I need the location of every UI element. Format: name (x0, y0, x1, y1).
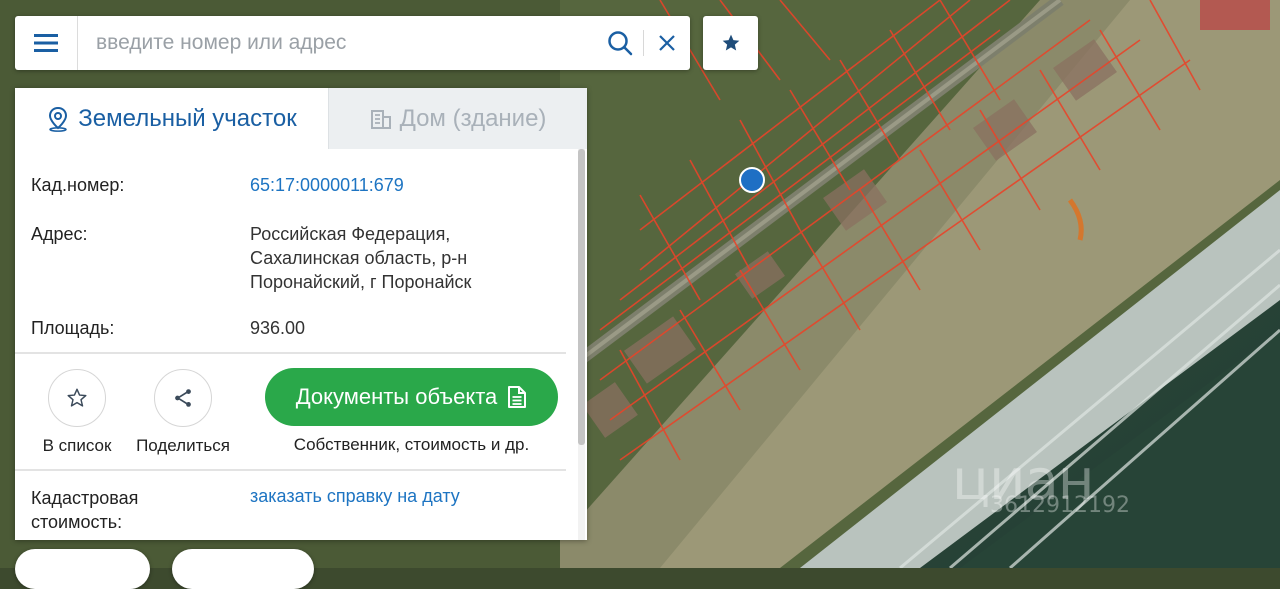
cadastral-cost-label-line: стоимость: (31, 512, 123, 532)
panel-scrollbar[interactable] (578, 149, 585, 540)
clear-button[interactable] (644, 16, 690, 70)
panel-tabs: Земельный участок Дом (здание) (15, 88, 587, 149)
share-button[interactable] (154, 369, 212, 427)
share-icon (175, 389, 191, 407)
add-to-list-label: В список (42, 436, 112, 455)
divider (15, 352, 566, 354)
tab-land-plot-label: Земельный участок (78, 104, 297, 132)
address-line: Сахалинская область, р-н (250, 248, 468, 268)
document-icon (508, 386, 527, 408)
order-certificate-link[interactable]: заказать справку на дату (250, 484, 550, 508)
object-info-panel: Земельный участок Дом (здание) Кад.номер… (15, 88, 587, 540)
tab-building[interactable]: Дом (здание) (328, 88, 587, 149)
cadastral-cost-label-line: Кадастровая (31, 488, 139, 508)
scrollbar-thumb[interactable] (578, 149, 585, 445)
add-to-list-button[interactable] (48, 369, 106, 427)
object-documents-label: Документы объекта (295, 384, 498, 409)
cadastral-cost-label: Кадастровая стоимость: (31, 486, 138, 534)
address-line: Российская Федерация, (250, 224, 451, 244)
address-value: Российская Федерация, Сахалинская област… (250, 222, 550, 294)
menu-button[interactable] (15, 16, 78, 70)
search-button[interactable] (597, 16, 643, 70)
object-documents-subtitle: Собственник, стоимость и др. (293, 435, 530, 454)
area-label: Площадь: (31, 318, 115, 338)
divider (15, 469, 566, 471)
tab-land-plot[interactable]: Земельный участок (15, 88, 328, 149)
address-line: Поронайский, г Поронайск (250, 272, 472, 292)
star-outline-icon (67, 388, 87, 407)
map-pin-icon (49, 106, 68, 132)
area-value: 936.00 (250, 318, 306, 338)
bottom-action-pill[interactable] (172, 549, 314, 589)
bottom-action-pill[interactable] (15, 549, 150, 589)
close-icon (659, 35, 675, 51)
share-label: Поделиться (136, 436, 230, 455)
location-marker-icon[interactable] (739, 167, 765, 193)
building-icon (370, 109, 391, 129)
object-documents-button[interactable]: Документы объекта (265, 368, 558, 426)
tab-building-label: Дом (здание) (399, 104, 547, 132)
address-label: Адрес: (31, 224, 88, 244)
hamburger-icon (34, 34, 58, 52)
cadastral-number-link[interactable]: 65:17:0000011:679 (250, 173, 550, 197)
search-icon (608, 31, 633, 56)
watermark-id: 3612912192 (990, 493, 1130, 518)
star-filled-icon (722, 34, 739, 51)
favorites-button[interactable] (703, 16, 758, 70)
search-input[interactable] (78, 23, 597, 63)
search-bar (15, 16, 690, 70)
cadastral-number-label: Кад.номер: (31, 175, 125, 195)
